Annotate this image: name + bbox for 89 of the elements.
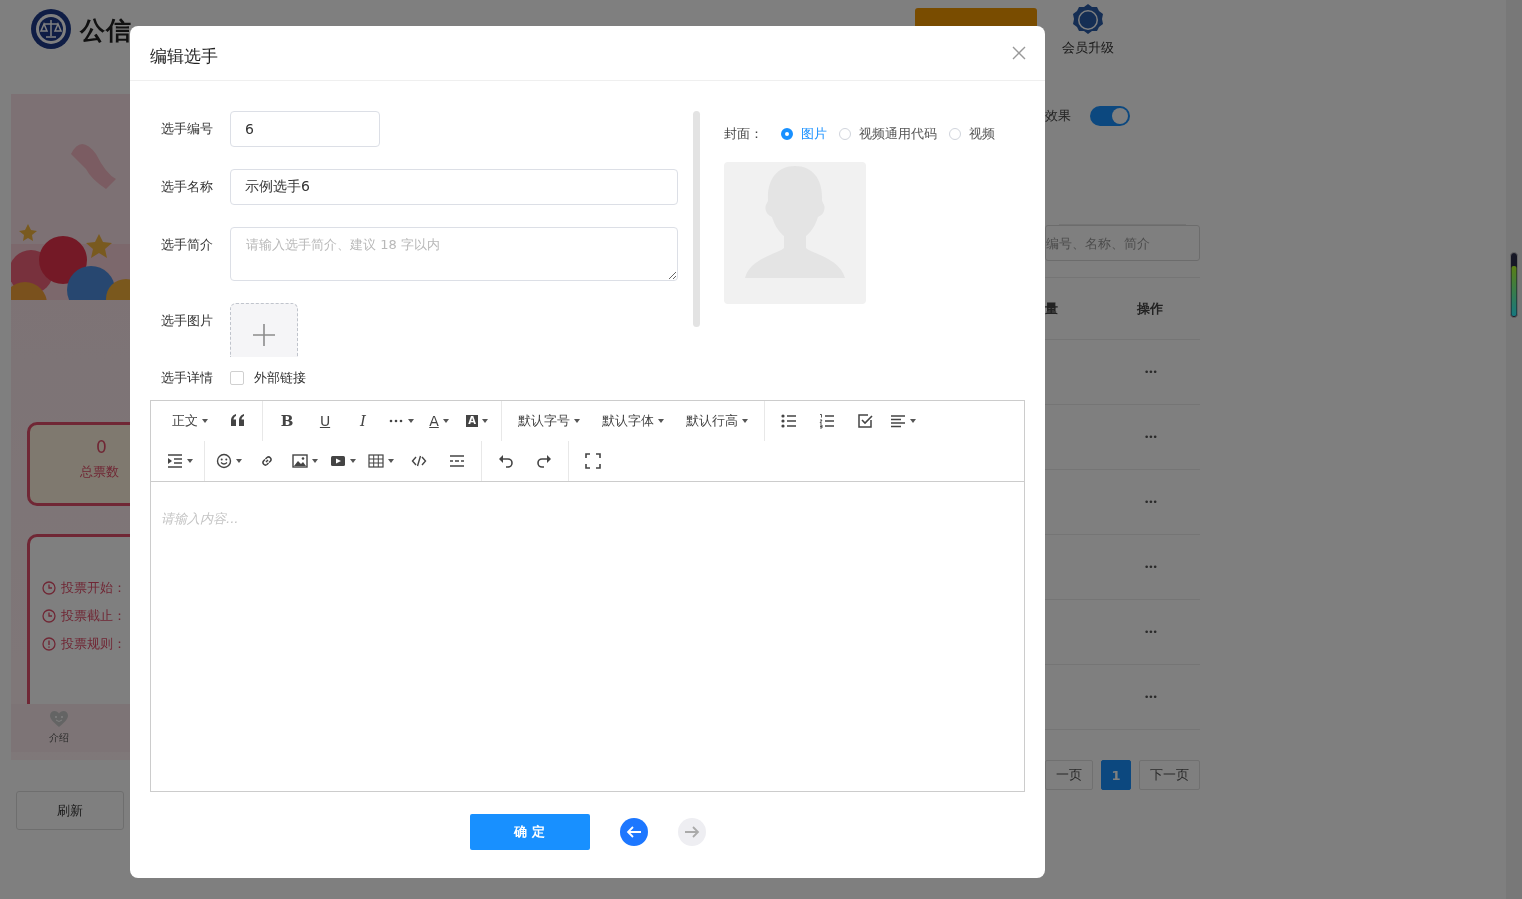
caret-icon bbox=[442, 419, 449, 423]
vip-upgrade-link[interactable]: 会员升级 bbox=[1062, 39, 1114, 57]
field-label: 选手图片 bbox=[160, 312, 214, 330]
font-color-button[interactable]: A bbox=[420, 406, 458, 436]
bold-button[interactable]: B bbox=[268, 406, 306, 436]
back-button[interactable] bbox=[619, 818, 648, 846]
quote-icon bbox=[230, 413, 246, 429]
checkbox-label[interactable]: 外部链接 bbox=[254, 369, 306, 387]
checkbox-icon bbox=[857, 413, 873, 429]
code-icon bbox=[411, 453, 427, 469]
radio-label[interactable]: 视频 bbox=[969, 125, 995, 143]
clock-icon bbox=[42, 609, 56, 623]
align-icon bbox=[890, 413, 906, 429]
column-header: 量 bbox=[1045, 299, 1059, 318]
info-label: 投票截止： bbox=[61, 607, 126, 625]
clock-icon bbox=[42, 581, 56, 595]
caret-icon bbox=[187, 459, 193, 463]
undo-icon bbox=[498, 453, 514, 469]
more-actions-button[interactable]: ••• bbox=[1144, 497, 1157, 507]
caret-icon bbox=[202, 419, 208, 423]
field-label: 选手名称 bbox=[160, 178, 214, 196]
total-votes-label: 总票数 bbox=[80, 463, 119, 481]
caret-icon bbox=[658, 419, 664, 423]
more-actions-button[interactable]: ••• bbox=[1144, 692, 1157, 702]
radio-button[interactable] bbox=[781, 128, 793, 140]
caret-icon bbox=[481, 419, 488, 423]
indent-icon bbox=[167, 453, 183, 469]
nav-tab-label[interactable]: 介绍 bbox=[48, 731, 69, 745]
number-field[interactable]: 6 bbox=[230, 111, 380, 147]
heart-icon bbox=[48, 710, 69, 728]
brand-name: 公信 bbox=[80, 15, 132, 47]
field-label: 选手详情 bbox=[160, 369, 214, 387]
caret-icon bbox=[350, 459, 356, 463]
italic-button[interactable]: I bbox=[344, 406, 382, 436]
page-button[interactable]: 1 bbox=[1101, 760, 1131, 790]
video-icon bbox=[330, 453, 346, 469]
radio-label[interactable]: 图片 bbox=[801, 125, 827, 143]
table-icon bbox=[368, 453, 384, 469]
plus-icon bbox=[252, 322, 276, 347]
total-votes-value: 0 bbox=[96, 437, 107, 457]
redo-icon bbox=[536, 453, 552, 469]
name-field[interactable]: 示例选手6 bbox=[230, 169, 678, 205]
refresh-button[interactable]: 刷新 bbox=[16, 791, 124, 830]
more-actions-button[interactable]: ••• bbox=[1144, 627, 1157, 637]
font-size-dropdown[interactable]: 默认字号 bbox=[507, 406, 591, 436]
field-label: 选手编号 bbox=[160, 120, 214, 138]
bullet-list-icon bbox=[781, 413, 797, 429]
horizontal-rule-icon bbox=[449, 453, 465, 469]
heading-dropdown[interactable]: 正文 bbox=[161, 406, 219, 436]
caret-icon bbox=[236, 459, 242, 463]
more-actions-button[interactable]: ••• bbox=[1144, 562, 1157, 572]
radio-label[interactable]: 视频通用代码 bbox=[859, 125, 937, 143]
smiley-icon bbox=[216, 453, 232, 469]
caret-icon bbox=[312, 459, 318, 463]
info-label: 投票开始： bbox=[61, 579, 126, 597]
alert-icon bbox=[42, 637, 56, 651]
effect-toggle[interactable] bbox=[1090, 106, 1130, 126]
right-arrow-icon bbox=[683, 824, 700, 840]
vip-badge-icon bbox=[1071, 3, 1105, 37]
close-button[interactable] bbox=[1011, 45, 1027, 61]
caret-icon bbox=[388, 459, 394, 463]
intro-field[interactable]: 请输入选手简介、建议 18 字以内 bbox=[230, 227, 678, 281]
gauge-icon bbox=[1510, 252, 1518, 318]
font-family-dropdown[interactable]: 默认字体 bbox=[591, 406, 675, 436]
logo-icon bbox=[30, 8, 72, 50]
more-actions-button[interactable]: ••• bbox=[1144, 367, 1157, 377]
info-label: 投票规则： bbox=[61, 635, 126, 653]
image-icon bbox=[292, 453, 308, 469]
column-header: 操作 bbox=[1137, 299, 1163, 318]
underline-button[interactable]: U bbox=[306, 406, 344, 436]
more-actions-button[interactable]: ••• bbox=[1144, 432, 1157, 442]
fullscreen-icon bbox=[585, 453, 601, 469]
line-height-dropdown[interactable]: 默认行高 bbox=[675, 406, 759, 436]
caret-icon bbox=[910, 419, 916, 423]
scrollbar-thumb[interactable] bbox=[693, 111, 700, 327]
left-arrow-icon bbox=[625, 824, 642, 840]
caret-icon bbox=[408, 419, 414, 423]
confirm-button[interactable]: 确 定 bbox=[469, 814, 590, 850]
caret-icon bbox=[742, 419, 748, 423]
caret-icon bbox=[574, 419, 580, 423]
close-icon bbox=[1011, 45, 1027, 61]
link-icon bbox=[259, 453, 275, 469]
numbered-list-icon bbox=[819, 413, 835, 429]
effect-label: 效果 bbox=[1045, 107, 1071, 125]
background-color-button[interactable]: A bbox=[458, 406, 496, 436]
field-label: 选手简介 bbox=[160, 236, 214, 254]
checkbox[interactable] bbox=[230, 371, 244, 385]
dialog-title: 编辑选手 bbox=[150, 44, 218, 68]
cover-label: 封面： bbox=[724, 125, 763, 143]
